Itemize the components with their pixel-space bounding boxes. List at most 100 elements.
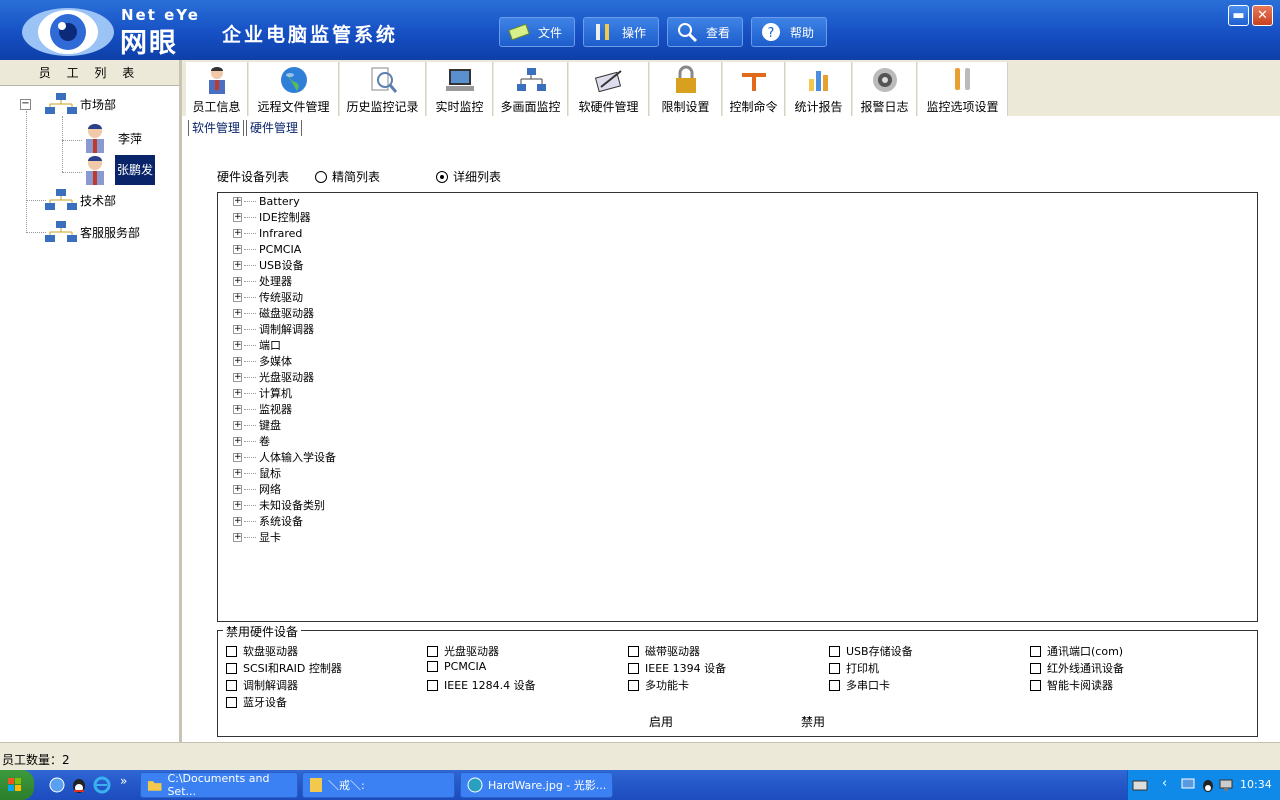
menu-operate-button[interactable]: 操作 xyxy=(583,17,659,47)
tray-expand-arrow[interactable]: ‹ xyxy=(1162,776,1167,791)
hw-tree-item[interactable]: + 计算机 xyxy=(233,385,292,401)
hw-tree-item[interactable]: + 多媒体 xyxy=(233,353,292,369)
expand-toggle[interactable]: + xyxy=(233,324,242,334)
tree-node-tech[interactable]: 技术部 xyxy=(44,188,118,212)
desktop-icon[interactable] xyxy=(48,776,66,794)
tab-restriction[interactable]: 限制设置 xyxy=(650,62,722,116)
expand-toggle[interactable]: + xyxy=(233,468,242,478)
expand-toggle[interactable]: + xyxy=(233,500,242,510)
hw-tree-item[interactable]: + 卷 xyxy=(233,433,270,449)
hw-tree-item[interactable]: + 鼠标 xyxy=(233,465,281,481)
qq-icon[interactable] xyxy=(70,776,88,794)
checkbox-com-port[interactable]: 通讯端口(com) xyxy=(1030,643,1123,659)
checkbox-tape[interactable]: 磁带驱动器 xyxy=(628,643,700,659)
qq-tray-icon[interactable] xyxy=(1200,777,1216,793)
expand-toggle[interactable]: + xyxy=(233,292,242,302)
subtab-software[interactable]: 软件管理 xyxy=(188,120,245,136)
checkbox-smartcard[interactable]: 智能卡阅读器 xyxy=(1030,677,1113,693)
hw-tree-item[interactable]: + 端口 xyxy=(233,337,281,353)
checkbox-usb-storage[interactable]: USB存储设备 xyxy=(829,643,913,659)
hw-tree-item[interactable]: + 网络 xyxy=(233,481,281,497)
tree-node-employee-liping[interactable]: 李萍 xyxy=(82,122,144,154)
expand-toggle[interactable]: + xyxy=(233,260,242,270)
radio-simple-list[interactable] xyxy=(315,170,328,183)
tab-alarm-log[interactable]: 报警日志 xyxy=(853,62,917,116)
checkbox-ieee1284[interactable]: IEEE 1284.4 设备 xyxy=(427,677,536,693)
checkbox-multi-serial[interactable]: 多串口卡 xyxy=(829,677,890,693)
menu-help-button[interactable]: ? 帮助 xyxy=(751,17,827,47)
tab-realtime[interactable]: 实时监控 xyxy=(427,62,493,116)
checkbox-printer[interactable]: 打印机 xyxy=(829,660,879,676)
task-image-viewer[interactable]: HardWare.jpg - 光影... xyxy=(460,772,613,798)
task-explorer[interactable]: C:\Documents and Set... xyxy=(140,772,298,798)
hw-tree-item[interactable]: + PCMCIA xyxy=(233,241,301,257)
tab-remote-file[interactable]: 远程文件管理 xyxy=(249,62,339,116)
radio-detail-list[interactable] xyxy=(436,170,449,183)
tab-monitor-options[interactable]: 监控选项设置 xyxy=(918,62,1008,116)
task-folder[interactable]: ＼戒＼: xyxy=(302,772,455,798)
checkbox-bluetooth[interactable]: 蓝牙设备 xyxy=(226,694,287,710)
hw-tree-item[interactable]: + Infrared xyxy=(233,225,302,241)
hw-tree-item[interactable]: + 键盘 xyxy=(233,417,281,433)
disable-button[interactable]: 禁用 xyxy=(801,713,825,730)
ie-icon[interactable] xyxy=(93,776,111,794)
expand-toggle[interactable]: + xyxy=(233,244,242,254)
expand-toggle[interactable]: + xyxy=(233,420,242,430)
hw-tree-item[interactable]: + 光盘驱动器 xyxy=(233,369,314,385)
minimize-button[interactable]: ▬ xyxy=(1228,5,1249,26)
expand-toggle[interactable]: + xyxy=(233,388,242,398)
hw-tree-item[interactable]: + Battery xyxy=(233,193,300,209)
monitor-tray-icon[interactable] xyxy=(1218,777,1234,793)
expand-toggle[interactable]: + xyxy=(233,372,242,382)
menu-file-button[interactable]: 文件 xyxy=(499,17,575,47)
tab-multi-screen[interactable]: 多画面监控 xyxy=(494,62,568,116)
menu-view-button[interactable]: 查看 xyxy=(667,17,743,47)
expand-toggle[interactable]: + xyxy=(233,436,242,446)
tab-control-command[interactable]: 控制命令 xyxy=(723,62,785,116)
checkbox-multifunction[interactable]: 多功能卡 xyxy=(628,677,689,693)
expand-toggle[interactable]: + xyxy=(233,308,242,318)
enable-button[interactable]: 启用 xyxy=(649,713,673,730)
tab-employee-info[interactable]: 员工信息 xyxy=(186,62,248,116)
hw-tree-item[interactable]: + 显卡 xyxy=(233,529,281,545)
expand-toggle[interactable]: + xyxy=(233,452,242,462)
network-tray-icon[interactable] xyxy=(1180,777,1196,793)
expand-toggle[interactable]: + xyxy=(233,196,242,206)
checkbox-pcmcia[interactable]: PCMCIA xyxy=(427,660,486,673)
hw-tree-item[interactable]: + 监视器 xyxy=(233,401,292,417)
checkbox-scsi-raid[interactable]: SCSI和RAID 控制器 xyxy=(226,660,342,676)
hw-tree-item[interactable]: + 磁盘驱动器 xyxy=(233,305,314,321)
close-button[interactable]: ✕ xyxy=(1252,5,1273,26)
expand-toggle[interactable]: + xyxy=(233,484,242,494)
tree-node-customer-service[interactable]: 客服服务部 xyxy=(44,220,142,244)
tree-node-market[interactable]: 市场部 xyxy=(44,92,118,116)
start-button[interactable] xyxy=(0,770,34,800)
hw-tree-item[interactable]: + 系统设备 xyxy=(233,513,303,529)
hw-tree-item[interactable]: + 传统驱动 xyxy=(233,289,303,305)
checkbox-floppy[interactable]: 软盘驱动器 xyxy=(226,643,298,659)
expand-toggle[interactable]: + xyxy=(233,532,242,542)
expand-toggle[interactable]: + xyxy=(233,516,242,526)
expand-toggle[interactable]: + xyxy=(233,212,242,222)
hw-tree-item[interactable]: + 未知设备类别 xyxy=(233,497,325,513)
tab-statistics[interactable]: 统计报告 xyxy=(786,62,852,116)
taskbar-chevron[interactable]: » xyxy=(120,774,127,788)
tab-software-hardware[interactable]: 软硬件管理 xyxy=(569,62,649,116)
tree-node-employee-zhangpengfa[interactable]: 张鹏发 xyxy=(82,154,156,186)
hw-tree-item[interactable]: + 调制解调器 xyxy=(233,321,314,337)
tree-collapse-toggle[interactable]: − xyxy=(20,99,31,110)
hw-tree-item[interactable]: + IDE控制器 xyxy=(233,209,311,225)
checkbox-infrared[interactable]: 红外线通讯设备 xyxy=(1030,660,1124,676)
keyboard-icon[interactable] xyxy=(1132,778,1148,792)
expand-toggle[interactable]: + xyxy=(233,356,242,366)
checkbox-modem[interactable]: 调制解调器 xyxy=(226,677,298,693)
checkbox-cdrom[interactable]: 光盘驱动器 xyxy=(427,643,499,659)
subtab-hardware[interactable]: 硬件管理 xyxy=(246,120,303,136)
hw-tree-item[interactable]: + USB设备 xyxy=(233,257,304,273)
expand-toggle[interactable]: + xyxy=(233,276,242,286)
expand-toggle[interactable]: + xyxy=(233,228,242,238)
hw-tree-item[interactable]: + 人体输入学设备 xyxy=(233,449,336,465)
expand-toggle[interactable]: + xyxy=(233,404,242,414)
checkbox-ieee1394[interactable]: IEEE 1394 设备 xyxy=(628,660,726,676)
hardware-device-tree[interactable]: + Battery + IDE控制器 + Infrared + PCMCIA + USB设… xyxy=(217,192,1258,622)
